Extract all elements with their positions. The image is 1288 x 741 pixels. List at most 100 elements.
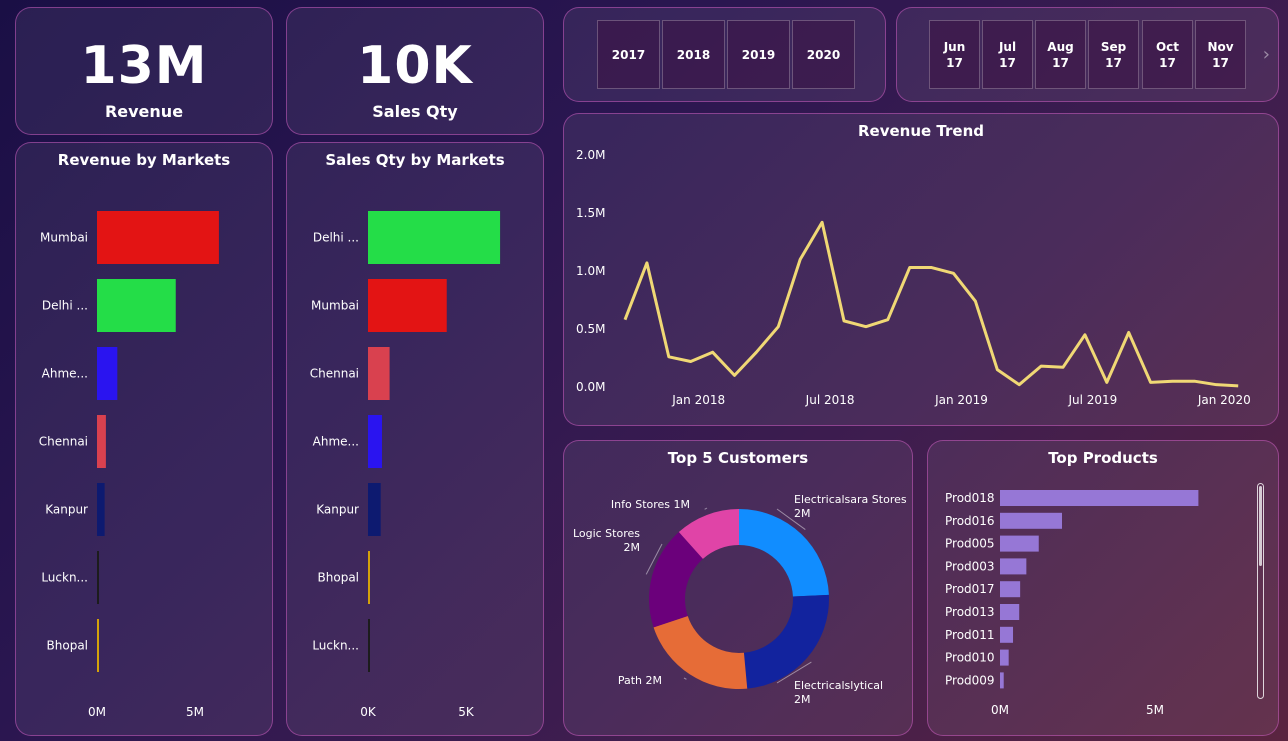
bar <box>368 483 381 536</box>
x-tick-label: 5K <box>458 705 475 719</box>
revenue-series-line <box>623 220 1239 388</box>
month-year-label: 17 <box>1159 55 1176 70</box>
year-slicer-item-2020[interactable]: 2020 <box>792 20 855 89</box>
bar <box>368 415 382 468</box>
sales-qty-kpi-label: Sales Qty <box>372 102 458 121</box>
slice-value-label: 2M <box>624 541 641 554</box>
bar <box>1000 512 1062 529</box>
month-label: Oct <box>1155 39 1180 54</box>
bar <box>97 211 219 264</box>
category-label: Luckn... <box>41 571 88 585</box>
category-label: Luckn... <box>312 639 359 653</box>
slice-label: Path 2M <box>618 674 662 687</box>
products-scrollbar-thumb[interactable] <box>1259 486 1262 566</box>
category-label: Prod018 <box>945 491 995 505</box>
category-label: Prod009 <box>945 673 995 687</box>
month-year-label: 17 <box>946 55 963 70</box>
category-label: Chennai <box>310 367 359 381</box>
bar <box>97 483 105 536</box>
x-tick-label: Jan 2020 <box>1197 393 1251 407</box>
category-label: Kanpur <box>316 503 359 517</box>
month-label: Nov <box>1207 39 1234 54</box>
bar <box>97 551 99 604</box>
slice-label: Electricalsara Stores <box>794 493 907 506</box>
y-tick-label: 1.5M <box>576 206 605 220</box>
month-slicer-item-sep[interactable]: Sep 17 <box>1088 20 1139 89</box>
bar <box>1000 649 1009 666</box>
bar <box>1000 558 1027 575</box>
revenue-trend-chart: 0.0M 0.5M 1.0M 1.5M 2.0M Jan 2018 Jul 2018 Jan … <box>576 148 1251 407</box>
bar <box>1000 626 1014 643</box>
sales-qty-kpi-value: 10K <box>357 36 473 96</box>
bar <box>97 279 176 332</box>
revenue-kpi-card[interactable]: 13M Revenue <box>15 7 273 135</box>
category-label: Delhi ... <box>42 299 88 313</box>
category-label: Bhopal <box>47 639 88 653</box>
slice-label: Logic Stores <box>573 527 640 540</box>
category-label: Mumbai <box>311 299 359 313</box>
year-slicer-item-2019[interactable]: 2019 <box>727 20 790 89</box>
x-tick-label: 5M <box>1146 703 1164 717</box>
sales-qty-kpi-card[interactable]: 10K Sales Qty <box>286 7 544 135</box>
slice-label: Info Stores 1M <box>611 498 690 511</box>
x-tick-label: 0K <box>360 705 377 719</box>
leader-line <box>704 507 708 510</box>
year-slicer-item-2018[interactable]: 2018 <box>662 20 725 89</box>
category-label: Prod017 <box>945 582 995 596</box>
donut-slice <box>743 594 829 689</box>
revenue-by-markets-card: Revenue by Markets Mumbai Delhi ... Ahme..… <box>15 142 273 736</box>
bar <box>368 619 370 672</box>
slice-label: Electricalslytical <box>794 679 883 692</box>
month-year-label: 17 <box>1105 55 1122 70</box>
products-scrollbar[interactable] <box>1257 483 1264 699</box>
donut-slice <box>653 615 748 689</box>
sales-qty-by-markets-card: Sales Qty by Markets Delhi ... Mumbai Chen… <box>286 142 544 736</box>
x-tick-label: 0M <box>991 703 1009 717</box>
bar <box>1000 490 1199 506</box>
bar <box>368 347 390 400</box>
bar <box>368 279 447 332</box>
top-products-card: Top Products Prod018 Prod016 Prod005 Prod00… <box>927 440 1279 736</box>
month-year-label: 17 <box>1052 55 1069 70</box>
y-tick-label: 0.5M <box>576 322 605 336</box>
year-slicer: 2017 2018 2019 2020 <box>563 7 886 102</box>
month-slicer-item-oct[interactable]: Oct 17 <box>1142 20 1193 89</box>
donut-slice <box>739 509 829 597</box>
bar <box>97 415 106 468</box>
year-slicer-item-2017[interactable]: 2017 <box>597 20 660 89</box>
month-slicer: Jun 17 Jul 17 Aug 17 Sep 17 Oct 17 Nov 1… <box>896 7 1279 102</box>
month-label: Jul <box>998 39 1017 54</box>
top-customers-donut-chart: Electricalsara Stores2MElectricalslytica… <box>573 493 907 706</box>
category-label: Bhopal <box>318 571 359 585</box>
month-label: Jun <box>943 39 966 54</box>
category-label: Prod005 <box>945 537 995 551</box>
month-slicer-item-jul[interactable]: Jul 17 <box>982 20 1033 89</box>
revenue-trend-card: Revenue Trend 0.0M 0.5M 1.0M 1.5M 2.0M Jan 20… <box>563 113 1279 426</box>
month-slicer-item-aug[interactable]: Aug 17 <box>1035 20 1086 89</box>
x-tick-label: Jan 2019 <box>934 393 988 407</box>
bar <box>97 347 118 400</box>
month-slicer-item-nov[interactable]: Nov 17 <box>1195 20 1246 89</box>
slice-value-label: 2M <box>794 507 811 520</box>
bar <box>368 551 370 604</box>
revenue-kpi-label: Revenue <box>104 102 184 121</box>
category-label: Ahme... <box>313 435 359 449</box>
category-label: Prod010 <box>945 651 995 665</box>
chevron-right-icon[interactable]: › <box>1263 44 1270 65</box>
category-label: Kanpur <box>45 503 88 517</box>
x-tick-label: Jul 2018 <box>805 393 855 407</box>
y-tick-label: 2.0M <box>576 148 605 162</box>
month-slicer-item-jun[interactable]: Jun 17 <box>929 20 980 89</box>
x-tick-label: 0M <box>88 705 106 719</box>
category-label: Chennai <box>39 435 88 449</box>
y-tick-label: 1.0M <box>576 264 605 278</box>
category-label: Prod016 <box>945 514 995 528</box>
slice-value-label: 2M <box>794 693 811 706</box>
category-label: Delhi ... <box>313 231 359 245</box>
x-tick-label: Jul 2019 <box>1067 393 1117 407</box>
bar <box>1000 535 1039 552</box>
bar <box>1000 581 1021 598</box>
x-tick-label: 5M <box>186 705 204 719</box>
bar <box>1000 672 1004 689</box>
bar <box>1000 604 1020 620</box>
